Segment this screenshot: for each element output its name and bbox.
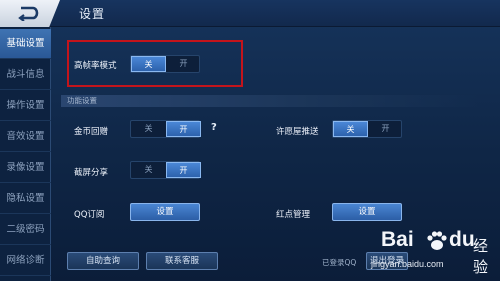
back-button[interactable] bbox=[0, 0, 60, 27]
wish-push-label: 许愿屋推送 bbox=[276, 127, 319, 137]
watermark-brand: Bai bbox=[381, 228, 414, 251]
watermark-brand-end: du bbox=[449, 228, 475, 251]
self-help-button[interactable]: 自助查询 bbox=[67, 252, 139, 270]
sidebar-item-controls[interactable]: 操作设置 bbox=[0, 91, 51, 121]
sidebar-item-recording[interactable]: 录像设置 bbox=[0, 153, 51, 183]
screenshot-share-toggle[interactable]: 关 开 bbox=[130, 161, 201, 179]
section-header: 功能设置 bbox=[61, 95, 479, 107]
sidebar-item-basic-settings[interactable]: 基础设置 bbox=[0, 29, 51, 59]
help-icon[interactable]: ? bbox=[211, 122, 217, 133]
watermark-url: jingyan.baidu.com bbox=[371, 259, 444, 269]
sidebar-item-network-diagnosis[interactable]: 网络诊断 bbox=[0, 246, 51, 276]
page-title: 设置 bbox=[79, 7, 106, 21]
wish-push-toggle[interactable]: 关 开 bbox=[332, 120, 402, 138]
sidebar-item-secondary-password[interactable]: 二级密码 bbox=[0, 215, 51, 245]
back-arrow-icon bbox=[18, 6, 39, 21]
red-dot-settings-button[interactable]: 设置 bbox=[332, 203, 402, 221]
wish-push-on-option[interactable]: 开 bbox=[368, 121, 403, 137]
coin-gift-on-option[interactable]: 开 bbox=[166, 121, 201, 137]
baidu-watermark: Bai 经验 jingyan.baidu.com du bbox=[365, 228, 500, 281]
high-frame-toggle[interactable]: 关 开 bbox=[130, 55, 200, 73]
sidebar: 基础设置 战斗信息 操作设置 音效设置 录像设置 隐私设置 二级密码 网络诊断 bbox=[0, 27, 51, 281]
watermark-sub: 经验 bbox=[473, 237, 489, 276]
high-frame-off-option[interactable]: 关 bbox=[131, 56, 166, 72]
top-bar: 设置 bbox=[0, 0, 500, 27]
red-dot-label: 红点管理 bbox=[276, 210, 311, 220]
contact-service-button[interactable]: 联系客服 bbox=[146, 252, 218, 270]
coin-gift-off-option[interactable]: 关 bbox=[131, 121, 166, 137]
screenshot-share-label: 截屏分享 bbox=[74, 168, 109, 178]
sidebar-item-sound[interactable]: 音效设置 bbox=[0, 122, 51, 152]
sidebar-item-battle-info[interactable]: 战斗信息 bbox=[0, 60, 51, 90]
login-status: 已登录QQ bbox=[322, 258, 357, 267]
wish-push-off-option[interactable]: 关 bbox=[333, 121, 368, 137]
qq-subscribe-label: QQ订阅 bbox=[74, 210, 105, 220]
baidu-paw-icon bbox=[427, 231, 447, 250]
high-frame-label: 高帧率模式 bbox=[74, 61, 117, 71]
screenshot-share-on-option[interactable]: 开 bbox=[166, 162, 201, 178]
coin-gift-toggle[interactable]: 关 开 bbox=[130, 120, 201, 138]
screenshot-share-off-option[interactable]: 关 bbox=[131, 162, 166, 178]
section-title: 功能设置 bbox=[67, 96, 97, 105]
sidebar-item-privacy[interactable]: 隐私设置 bbox=[0, 184, 51, 214]
qq-subscribe-settings-button[interactable]: 设置 bbox=[130, 203, 200, 221]
coin-gift-label: 金币回赠 bbox=[74, 127, 109, 137]
high-frame-on-option[interactable]: 开 bbox=[166, 56, 201, 72]
